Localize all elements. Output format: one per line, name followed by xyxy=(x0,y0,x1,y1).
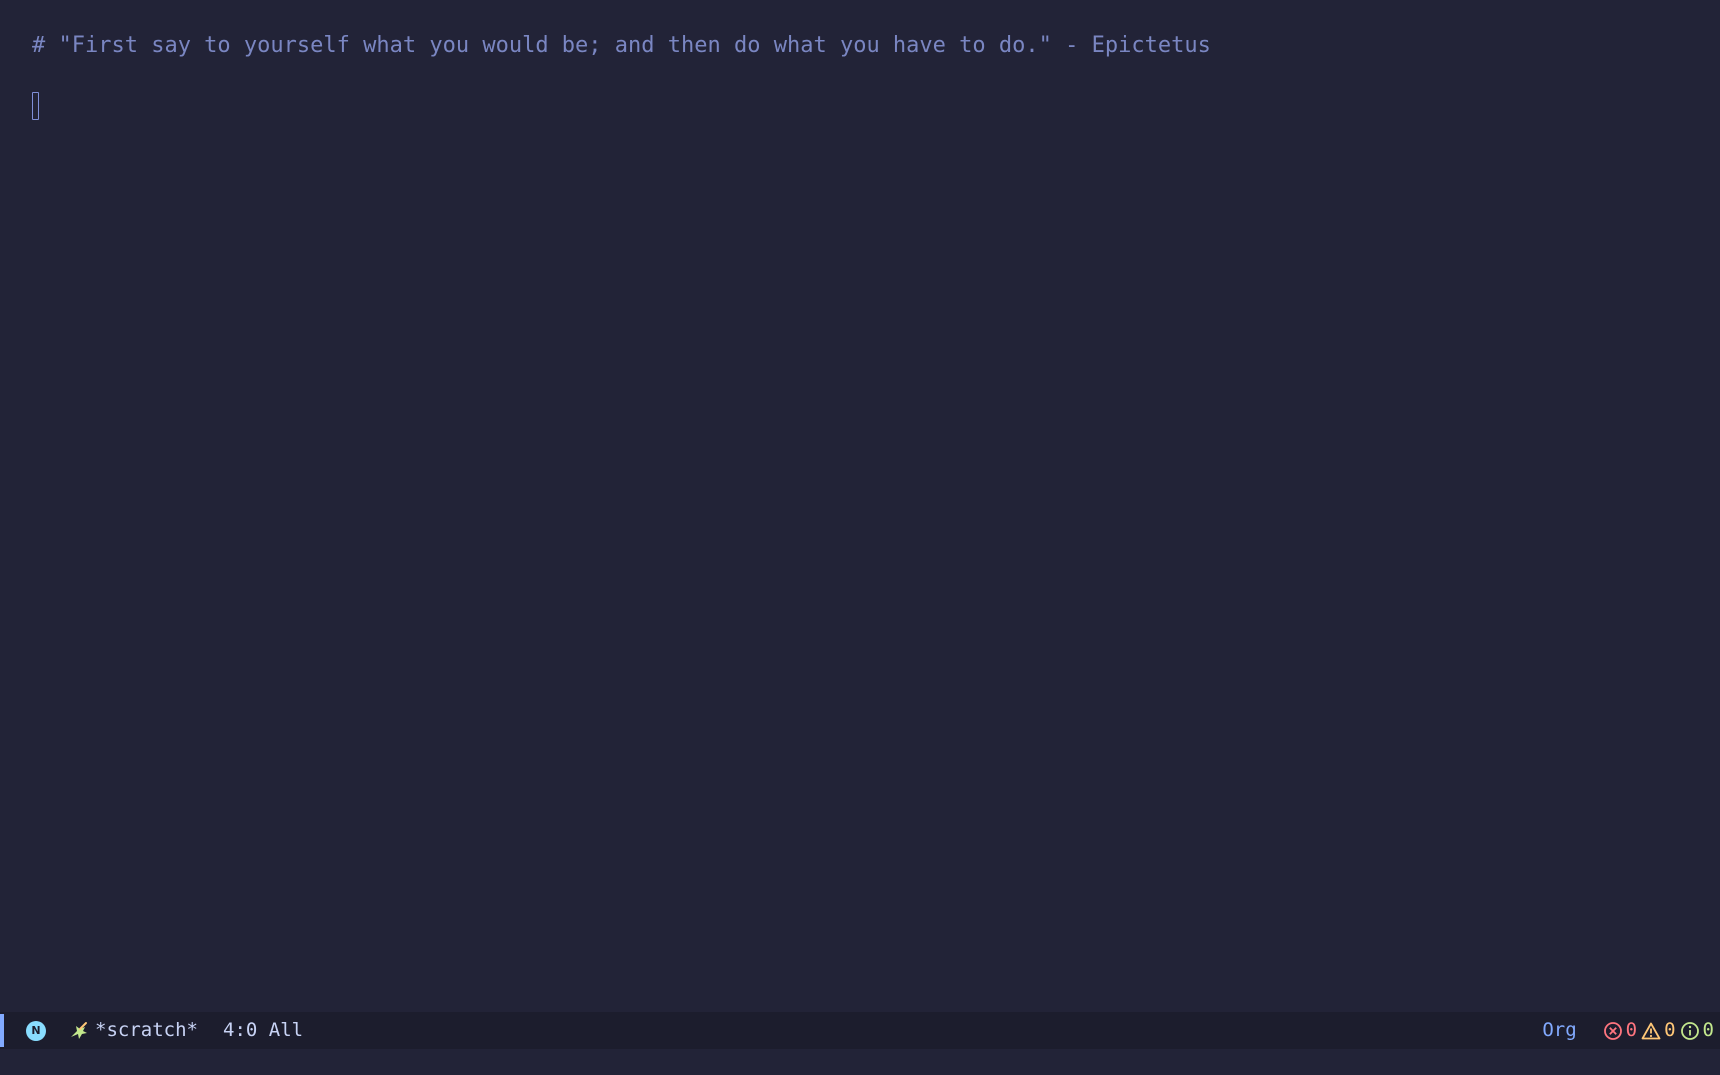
warning-icon xyxy=(1641,1022,1661,1039)
error-icon xyxy=(1603,1021,1622,1040)
cursor-position: 4:0 All xyxy=(223,1019,304,1041)
modeline-accent-bar xyxy=(0,1014,4,1047)
editor-buffer[interactable]: # "First say to yourself what you would … xyxy=(0,0,1720,1012)
info-icon xyxy=(1680,1021,1699,1040)
info-count-value: 0 xyxy=(1702,1019,1714,1041)
error-count-value: 0 xyxy=(1625,1019,1638,1041)
warning-count-value: 0 xyxy=(1664,1019,1676,1041)
evil-state-badge: N xyxy=(26,1021,46,1041)
comment-line: # "First say to yourself what you would … xyxy=(32,33,1211,58)
mode-line: N *scratch* 4:0 All Org 0 0 0 xyxy=(0,1012,1720,1049)
error-count[interactable]: 0 xyxy=(1603,1012,1637,1049)
modeline-right-segment: Org 0 0 0 xyxy=(1542,1012,1714,1049)
info-count[interactable]: 0 xyxy=(1680,1012,1714,1049)
warning-count[interactable]: 0 xyxy=(1641,1012,1676,1049)
text-cursor xyxy=(32,92,39,120)
unicorn-icon xyxy=(71,1022,87,1039)
major-mode[interactable]: Org xyxy=(1542,1012,1576,1049)
emacs-frame: # "First say to yourself what you would … xyxy=(0,0,1720,1075)
buffer-name[interactable]: *scratch* xyxy=(95,1012,198,1049)
